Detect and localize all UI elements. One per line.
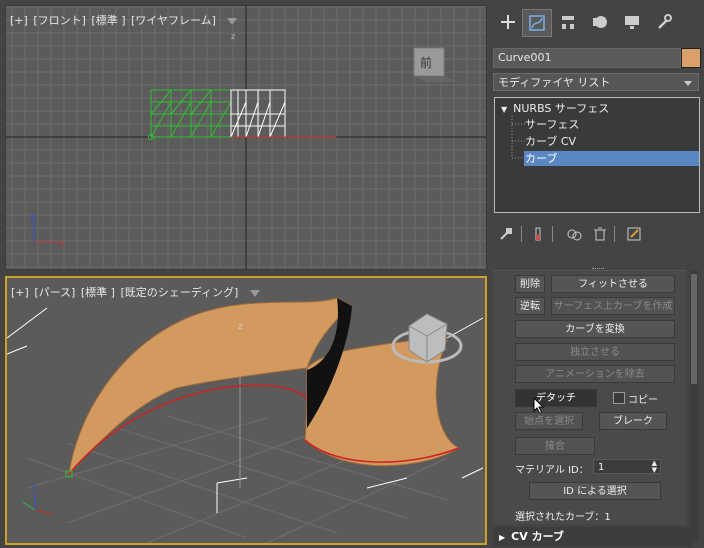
object-name-field[interactable]: Curve001 [493,48,681,68]
motion-tab[interactable] [586,9,614,35]
modifier-stack[interactable]: ▼ NURBS サーフェス サーフェス カーブ CV カーブ [494,97,700,213]
hierarchy-tab[interactable] [554,9,582,35]
curve-common-rollout: 削除 フィットさせる 逆転 サーフェス上カーブを作成 カーブを変換 独立させる … [493,270,686,524]
show-end-result-icon[interactable] [530,226,546,242]
convert-curve-button[interactable]: カーブを変換 [515,320,675,338]
front-viewport[interactable]: z x [+] [フロント] [標準 ] [ワイヤフレーム] z 前 [5,5,487,270]
svg-text:z: z [30,213,34,222]
command-panel: Curve001 モディファイヤ リスト ▼ NURBS サーフェス サーフェス … [488,0,704,547]
stack-item-nurbs[interactable]: ▼ NURBS サーフェス [501,101,609,116]
remove-animation-button[interactable]: アニメーションを除去 [515,365,675,383]
create-tab[interactable] [494,9,522,35]
perspective-viewport-label[interactable]: [+] [パース] [標準 ] [既定のシェーディング] [11,284,262,300]
perspective-viewport-canvas: z [7,297,484,543]
stack-toolbar [488,222,704,248]
toolbar-separator [614,226,615,242]
modify-icon [529,15,545,31]
copy-checkbox[interactable] [613,392,625,404]
material-id-spinner[interactable]: 1 ▲ ▼ [593,459,661,474]
reverse-button[interactable]: 逆転 [515,297,545,315]
fit-button[interactable]: フィットさせる [551,275,675,293]
utilities-tab[interactable] [650,9,678,35]
world-axis-icon: z x [30,213,65,248]
scrollbar-thumb[interactable] [691,274,697,384]
configure-modifier-sets-icon[interactable] [626,226,642,242]
front-viewport-canvas: z x [6,6,486,269]
toolbar-separator [552,226,553,242]
world-axis-persp-icon: z [22,482,54,515]
front-viewport-label[interactable]: [+] [フロント] [標準 ] [ワイヤフレーム] [10,12,239,28]
stack-item-curve[interactable]: カーブ [524,151,699,166]
material-id-value: 1 [598,462,605,473]
detach-button[interactable]: デタッチ [515,389,597,407]
make-unique-icon[interactable] [566,226,582,242]
selected-curve-label: 選択されたカーブ：1 [515,512,611,523]
break-button[interactable]: ブレーク [599,412,667,430]
utilities-icon [658,14,672,29]
select-start-button[interactable]: 始点を選択 [515,412,583,430]
expand-triangle-icon: ▶ [499,533,506,542]
wireframe-object [150,89,232,138]
copy-label: コピー [628,395,658,406]
stack-item-curve-cv[interactable]: カーブ CV [525,134,576,149]
panel-scrollbar[interactable] [690,270,698,540]
filter-icon[interactable] [249,289,260,297]
collapse-triangle-icon[interactable]: ▼ [501,105,507,114]
stack-item-surface[interactable]: サーフェス [525,117,579,132]
svg-text:z: z [31,482,35,491]
hierarchy-icon [562,16,574,29]
display-tab[interactable] [618,9,646,35]
spinner-arrows-icon[interactable]: ▲ ▼ [652,460,657,474]
display-icon [625,16,639,29]
modifier-list-label: モディファイヤ リスト [498,76,611,89]
motion-icon [593,16,607,28]
make-surface-curve-button[interactable]: サーフェス上カーブを作成 [551,297,675,315]
cv-curve-rollout-header[interactable]: ▶ CV カーブ [493,527,693,547]
viewcube-front-label[interactable]: 前 [420,54,432,71]
join-button[interactable]: 接合 [515,437,595,455]
chevron-down-icon [684,81,692,86]
perspective-viewport[interactable]: z [+] [パース] [標準 ] [既定のシェーディング] z [5,276,487,545]
modifier-list-dropdown[interactable]: モディファイヤ リスト [493,73,699,91]
material-id-label: マテリアル ID： [515,465,589,476]
trash-icon[interactable] [592,226,608,242]
delete-button[interactable]: 削除 [515,275,545,293]
modify-tab[interactable] [522,9,552,37]
create-icon [501,15,515,29]
make-independent-button[interactable]: 独立させる [515,343,675,361]
toolbar-separator [521,226,522,242]
axis-letter-z: z [231,32,236,41]
object-color-swatch[interactable] [681,48,701,68]
select-by-id-button[interactable]: ID による選択 [529,482,661,500]
wireframe-object-selected [230,89,286,138]
svg-text:x: x [60,239,65,248]
pin-stack-icon[interactable] [498,226,514,242]
axis-letter-z-persp: z [238,322,243,332]
filter-icon[interactable] [227,17,238,25]
command-panel-tabs [488,0,704,40]
